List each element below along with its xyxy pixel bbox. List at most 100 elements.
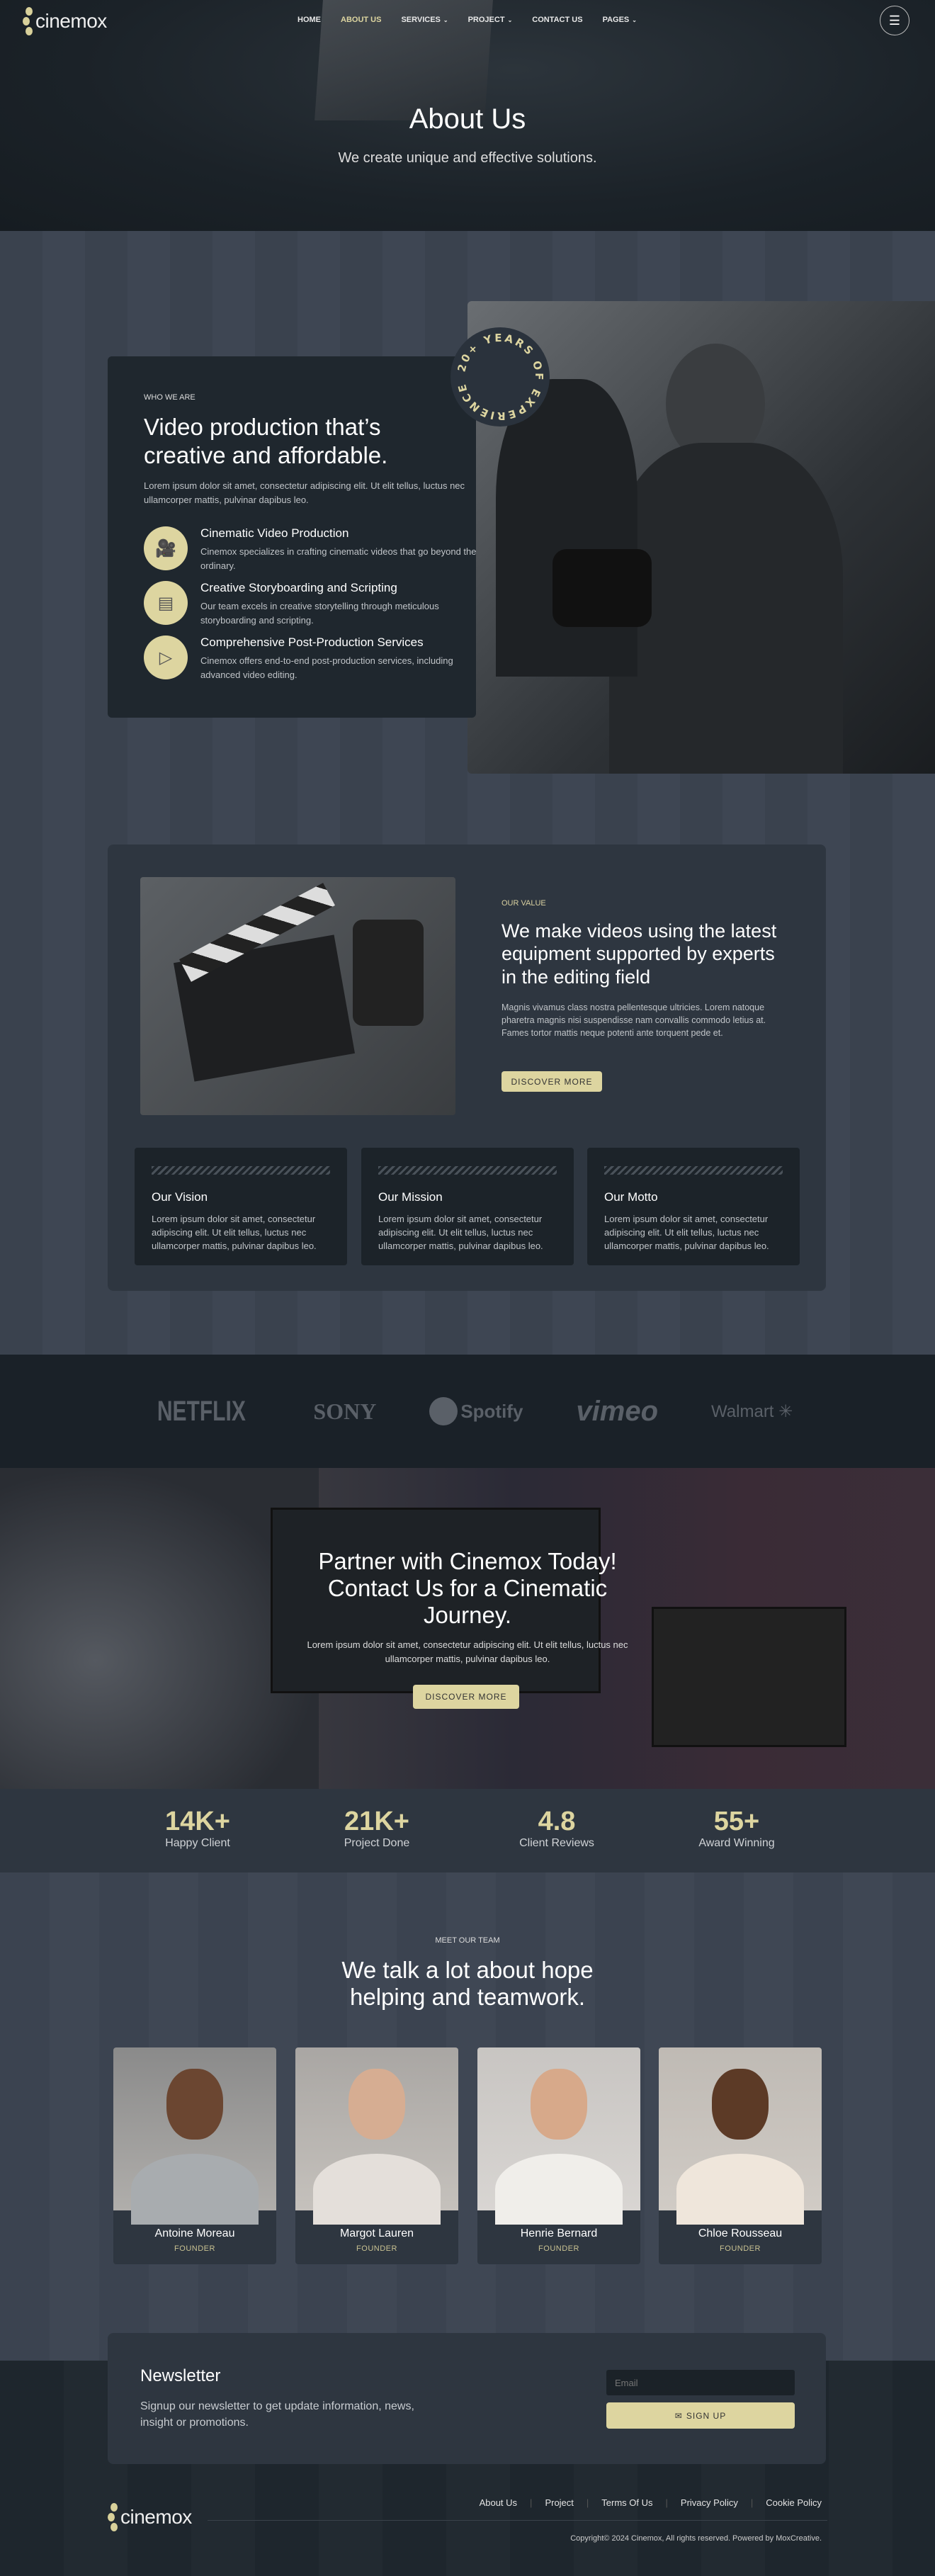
- nav-home[interactable]: HOME: [298, 16, 321, 24]
- experience-badge: 20+ YEARS OF EXPERIENCE: [450, 327, 550, 426]
- member-photo: [477, 2047, 640, 2225]
- spotify-icon: [429, 1397, 458, 1425]
- footer-logo[interactable]: cinemox: [108, 2503, 192, 2531]
- card-text: Lorem ipsum dolor sit amet, consectetur …: [378, 1214, 543, 1251]
- laptop-image: [652, 1607, 846, 1747]
- service-item: ▤ Creative Storyboarding and Scripting Our…: [144, 581, 484, 627]
- service-item: ▷ Comprehensive Post-Production Services C…: [144, 635, 484, 682]
- footer-link-privacy[interactable]: Privacy Policy: [681, 2497, 738, 2508]
- svg-text:20+ YEARS OF EXPERIENCE: 20+ YEARS OF EXPERIENCE: [455, 332, 545, 422]
- copyright: Copyright© 2024 Cinemox, All rights rese…: [570, 2534, 822, 2543]
- card-title: Our Mission: [378, 1190, 443, 1204]
- member-photo: [113, 2047, 276, 2225]
- walmart-logo: Walmart ✳: [711, 1401, 793, 1421]
- stripe-divider: [378, 1166, 557, 1175]
- member-role: FOUNDER: [356, 2244, 397, 2253]
- stat-happy-client: 14K+ Happy Client: [165, 1807, 230, 1849]
- newsletter-text: Signup our newsletter to get update info…: [140, 2400, 414, 2429]
- card-title: Our Vision: [152, 1190, 208, 1204]
- logo-mark-icon: [23, 7, 33, 35]
- service-text: Cinemox offers end-to-end post-productio…: [200, 655, 453, 680]
- service-text: Cinemox specializes in crafting cinemati…: [200, 546, 477, 571]
- who-eyebrow: WHO WE ARE: [144, 393, 196, 402]
- card-title: Our Motto: [604, 1190, 658, 1204]
- stat-award-winning: 55+ Award Winning: [698, 1807, 775, 1849]
- who-title: Video production that’s creative and affo…: [144, 414, 388, 468]
- footer-links: About Us | Project | Terms Of Us | Privacy …: [479, 2497, 822, 2508]
- sign-up-button[interactable]: ✉ SIGN UP: [606, 2402, 795, 2429]
- member-role: FOUNDER: [538, 2244, 579, 2253]
- page-subtitle: We create unique and effective solutions…: [338, 150, 597, 166]
- hamburger-icon: ☰: [888, 13, 901, 28]
- netflix-logo: NETFLIX: [157, 1395, 246, 1427]
- member-role: FOUNDER: [720, 2244, 761, 2253]
- team-member-card[interactable]: Henrie Bernard FOUNDER: [477, 2047, 640, 2264]
- chevron-down-icon: ⌄: [443, 16, 448, 23]
- service-text: Our team excels in creative storytelling…: [200, 601, 439, 626]
- nav-project[interactable]: PROJECT ⌄: [468, 16, 513, 24]
- footer-link-cookie[interactable]: Cookie Policy: [766, 2497, 822, 2508]
- nav-contact-us[interactable]: CONTACT US: [532, 16, 582, 24]
- member-photo: [295, 2047, 458, 2225]
- newsletter-title: Newsletter: [140, 2366, 221, 2385]
- discover-more-button[interactable]: DISCOVER MORE: [502, 1071, 602, 1092]
- footer-divider: [208, 2520, 827, 2521]
- video-camera-icon: 🎥: [144, 526, 188, 570]
- value-text: Magnis vivamus class nostra pellentesque…: [502, 1002, 766, 1039]
- team-member-card[interactable]: Margot Lauren FOUNDER: [295, 2047, 458, 2264]
- service-title: Creative Storyboarding and Scripting: [200, 581, 397, 594]
- chevron-down-icon: ⌄: [507, 16, 513, 23]
- service-title: Comprehensive Post-Production Services: [200, 635, 424, 649]
- stat-project-done: 21K+ Project Done: [344, 1807, 410, 1849]
- footer-link-project[interactable]: Project: [545, 2497, 573, 2508]
- member-photo: [659, 2047, 822, 2225]
- document-icon: ▤: [144, 581, 188, 625]
- footer-link-about-us[interactable]: About Us: [480, 2497, 517, 2508]
- footer-link-terms[interactable]: Terms Of Us: [601, 2497, 652, 2508]
- nav-pages[interactable]: PAGES ⌄: [603, 16, 637, 24]
- cta-discover-more-button[interactable]: DISCOVER MORE: [413, 1685, 519, 1709]
- cta-text: Lorem ipsum dolor sit amet, consectetur …: [307, 1639, 628, 1664]
- main-nav: HOME ABOUT US SERVICES ⌄ PROJECT ⌄ CONTACT…: [298, 16, 637, 24]
- experience-badge-text: 20+ YEARS OF EXPERIENCE: [455, 332, 545, 422]
- mail-icon: ✉: [674, 2410, 683, 2421]
- stripe-divider: [152, 1166, 330, 1175]
- stat-client-reviews: 4.8 Client Reviews: [519, 1807, 594, 1849]
- member-name: Antoine Moreau: [154, 2227, 235, 2239]
- service-title: Cinematic Video Production: [200, 526, 349, 540]
- logo-mark-icon: [108, 2503, 118, 2531]
- member-name: Henrie Bernard: [520, 2227, 598, 2239]
- value-title: We make videos using the latest equipmen…: [502, 920, 777, 988]
- menu-button[interactable]: ☰: [880, 6, 910, 35]
- value-eyebrow: OUR VALUE: [502, 899, 546, 908]
- spark-icon: ✳: [778, 1401, 793, 1421]
- team-eyebrow: MEET OUR TEAM: [435, 1936, 500, 1945]
- mission-card: Our Mission Lorem ipsum dolor sit amet, c…: [361, 1148, 574, 1265]
- logo[interactable]: cinemox: [23, 7, 107, 35]
- email-input[interactable]: [606, 2370, 795, 2395]
- team-member-card[interactable]: Antoine Moreau FOUNDER: [113, 2047, 276, 2264]
- service-item: 🎥 Cinematic Video Production Cinemox speci…: [144, 526, 484, 572]
- chevron-down-icon: ⌄: [632, 16, 637, 23]
- page-title: About Us: [409, 103, 526, 135]
- member-name: Chloe Rousseau: [698, 2227, 783, 2239]
- member-name: Margot Lauren: [339, 2227, 414, 2239]
- card-text: Lorem ipsum dolor sit amet, consectetur …: [604, 1214, 769, 1251]
- film-play-icon: ▷: [144, 635, 188, 679]
- member-role: FOUNDER: [174, 2244, 215, 2253]
- stripe-divider: [604, 1166, 783, 1175]
- client-logos: NETFLIX SONY Spotify vimeo Walmart ✳: [0, 1355, 935, 1468]
- sony-logo: SONY: [313, 1398, 377, 1424]
- team-title: We talk a lot about hope helping and team…: [341, 1957, 594, 2010]
- cta-title: Partner with Cinemox Today! Contact Us f…: [318, 1548, 617, 1628]
- logo-text: cinemox: [120, 2506, 192, 2528]
- logo-text: cinemox: [35, 10, 107, 32]
- nav-services[interactable]: SERVICES ⌄: [401, 16, 448, 24]
- team-member-card[interactable]: Chloe Rousseau FOUNDER: [659, 2047, 822, 2264]
- vimeo-logo: vimeo: [576, 1395, 659, 1427]
- spotify-logo: Spotify: [429, 1397, 523, 1425]
- nav-about-us[interactable]: ABOUT US: [341, 16, 381, 24]
- motto-card: Our Motto Lorem ipsum dolor sit amet, con…: [587, 1148, 800, 1265]
- who-text: Lorem ipsum dolor sit amet, consectetur …: [144, 480, 465, 505]
- vision-card: Our Vision Lorem ipsum dolor sit amet, co…: [135, 1148, 347, 1265]
